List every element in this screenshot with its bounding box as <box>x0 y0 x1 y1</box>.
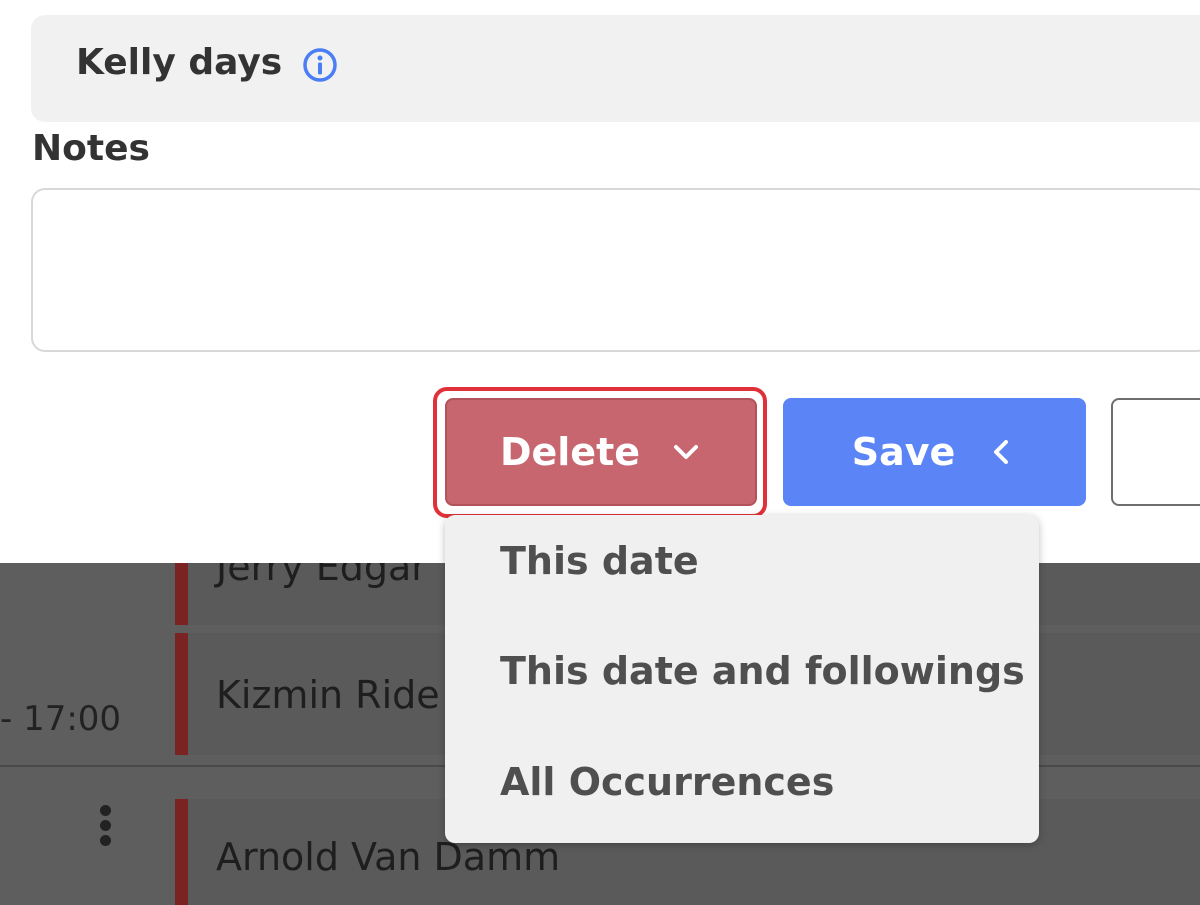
menu-item-this-date[interactable]: This date <box>500 539 699 583</box>
save-button-label: Save <box>851 430 956 474</box>
edit-event-modal: Kelly days Notes Delete Save <box>0 0 1200 563</box>
save-button[interactable]: Save <box>783 398 1086 506</box>
info-icon[interactable] <box>302 47 338 83</box>
time-label: - 17:00 <box>0 699 122 739</box>
notes-label: Notes <box>32 128 150 169</box>
delete-button[interactable]: Delete <box>445 398 757 506</box>
list-item-name: Kizmin Ride <box>216 673 440 717</box>
list-item-name: Jerry Edgar <box>216 563 427 589</box>
delete-options-menu: This date This date and followings All O… <box>445 515 1039 843</box>
more-options-icon <box>100 805 114 850</box>
notes-textarea[interactable] <box>31 188 1200 352</box>
delete-button-label: Delete <box>499 430 641 474</box>
menu-item-all-occurrences[interactable]: All Occurrences <box>500 760 834 804</box>
cancel-button[interactable] <box>1111 398 1200 506</box>
chevron-left-icon <box>994 440 1009 464</box>
kelly-days-label: Kelly days <box>76 42 283 83</box>
chevron-down-icon <box>674 445 699 459</box>
menu-item-this-date-and-followings[interactable]: This date and followings <box>500 649 1025 693</box>
kelly-days-row: Kelly days <box>31 15 1200 122</box>
